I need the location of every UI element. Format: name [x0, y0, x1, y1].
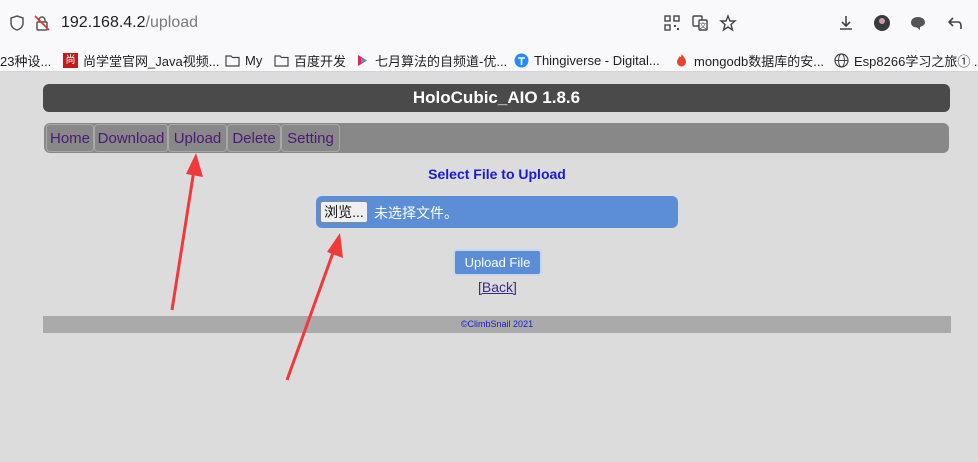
globe-icon [834, 52, 849, 68]
back-link[interactable]: [Back] [478, 279, 517, 295]
nav-setting[interactable]: Setting [281, 124, 340, 152]
bookmark-label: 尚学堂官网_Java视频... [83, 53, 220, 69]
bookmarks-bar: 23种设... 尚 尚学堂官网_Java视频... My 百度开发 七月算法的自… [0, 47, 978, 72]
address-bar: 192.168.4.2/upload 文 [0, 0, 978, 47]
shield-icon[interactable] [8, 14, 26, 32]
nav-download[interactable]: Download [94, 124, 168, 152]
bookmark-item[interactable]: 七月算法的自频道-优... [355, 51, 507, 69]
shangxuetang-favicon-icon: 尚 [63, 52, 78, 68]
nav-upload[interactable]: Upload [168, 124, 227, 152]
url-path: /upload [145, 14, 199, 31]
page-title: HoloCubic_AIO 1.8.6 [43, 84, 950, 112]
bookmark-item[interactable]: Esp8266学习之旅① ... [834, 51, 978, 69]
file-input-container [316, 196, 678, 228]
insecure-lock-icon[interactable] [33, 14, 51, 32]
nav-home[interactable]: Home [46, 124, 94, 152]
back-arrow-icon[interactable] [946, 14, 964, 32]
chat-bubble-icon[interactable] [909, 14, 927, 32]
footer: ©ClimbSnail 2021 [43, 316, 951, 333]
bookmark-label: Esp8266学习之旅① ... [854, 53, 978, 69]
qr-code-icon[interactable] [663, 14, 681, 32]
thingiverse-favicon-icon [514, 53, 529, 67]
nav-bar: Home Download Upload Delete Setting [44, 123, 949, 153]
nav-delete[interactable]: Delete [227, 124, 281, 152]
bookmark-label: 七月算法的自频道-优... [375, 53, 508, 69]
bookmark-item[interactable]: Thingiverse - Digital... [514, 51, 660, 69]
bookmark-item[interactable]: 百度开发 [274, 51, 346, 69]
select-file-heading: Select File to Upload [428, 166, 566, 182]
folder-icon [274, 54, 289, 67]
url-host: 192.168.4.2 [61, 14, 146, 31]
file-status-text: 未选择文件。 [374, 205, 458, 221]
bookmark-label: 23种设... [0, 53, 52, 69]
upload-file-button[interactable]: Upload File [453, 249, 542, 276]
star-icon[interactable] [719, 14, 737, 32]
bookmark-item[interactable]: 尚 尚学堂官网_Java视频... [63, 51, 220, 69]
bookmark-label: mongodb数据库的安... [694, 53, 825, 69]
browse-button[interactable]: 浏览... [320, 201, 368, 223]
bookmark-item[interactable]: mongodb数据库的安... [674, 51, 824, 69]
avatar-icon[interactable] [873, 14, 891, 32]
folder-icon [225, 54, 240, 67]
bookmark-item[interactable]: My [225, 51, 262, 69]
youku-favicon-icon [358, 54, 367, 66]
csdn-favicon-icon [677, 53, 686, 66]
bookmark-label: 百度开发 [294, 53, 347, 69]
translate-icon[interactable]: 文 [691, 14, 709, 32]
svg-text:文: 文 [700, 21, 707, 30]
url-field[interactable]: 192.168.4.2/upload [61, 14, 198, 32]
bookmark-label: Thingiverse - Digital... [534, 52, 660, 68]
bookmark-label: My [245, 52, 263, 68]
bookmark-item[interactable]: 23种设... [0, 51, 51, 69]
download-icon[interactable] [837, 14, 855, 32]
